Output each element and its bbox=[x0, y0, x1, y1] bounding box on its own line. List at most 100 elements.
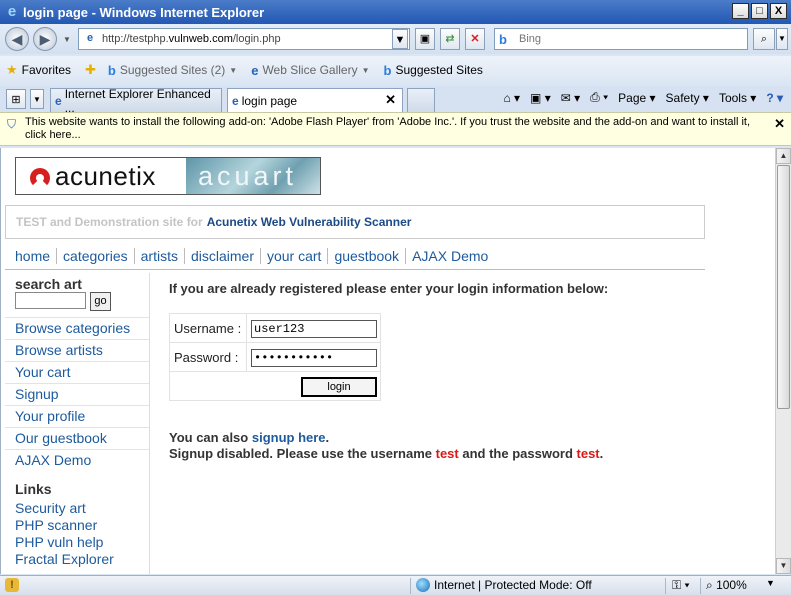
tagline-link[interactable]: Acunetix Web Vulnerability Scanner bbox=[207, 215, 412, 229]
scroll-thumb[interactable] bbox=[777, 165, 790, 409]
zoom-level[interactable]: ⌕ 100% bbox=[706, 578, 747, 593]
search-options-dropdown[interactable]: ▼ bbox=[776, 28, 788, 50]
info-bar[interactable]: ⛉ This website wants to install the foll… bbox=[0, 112, 791, 146]
help-icon[interactable]: ? ▾ bbox=[766, 91, 783, 105]
status-bar: ! Internet | Protected Mode: Off ⚿ ▾ ⌕ 1… bbox=[0, 575, 791, 595]
menu-home[interactable]: home bbox=[5, 248, 56, 264]
web-slice-gallery-dropdown[interactable]: e Web Slice Gallery ▼ bbox=[251, 63, 369, 78]
quick-tabs-button[interactable]: ⊞ bbox=[6, 89, 26, 109]
url-suffix: /login.php bbox=[232, 33, 281, 45]
links-title: Links bbox=[15, 481, 52, 497]
maximize-button[interactable]: □ bbox=[751, 3, 768, 19]
warning-icon[interactable]: ! bbox=[5, 578, 19, 592]
acunetix-swirl-icon bbox=[30, 168, 50, 188]
tab-login-page[interactable]: e login page ✕ bbox=[227, 88, 403, 112]
back-button[interactable]: ◀ bbox=[5, 27, 29, 51]
page-menu-label: Page bbox=[618, 90, 647, 105]
page-content: acunetix acuart TEST and Demonstration s… bbox=[0, 148, 775, 574]
bing-icon: b bbox=[499, 31, 507, 47]
chevron-down-icon: ▼ bbox=[361, 65, 370, 75]
page-icon: e bbox=[251, 62, 259, 78]
sidebar-item-signup[interactable]: Signup bbox=[5, 383, 149, 405]
suggested-sites-dropdown[interactable]: b Suggested Sites (2) ▼ bbox=[108, 63, 237, 78]
close-info-bar-icon[interactable]: ✕ bbox=[774, 116, 785, 132]
test-password: test bbox=[576, 446, 600, 461]
tab-ie-enhanced[interactable]: e Internet Explorer Enhanced ... bbox=[50, 87, 222, 115]
top-menu: home categories artists disclaimer your … bbox=[5, 242, 705, 270]
form-divider bbox=[246, 314, 247, 372]
new-tab-button[interactable] bbox=[407, 88, 435, 112]
favorites-button[interactable]: ★ Favorites bbox=[6, 62, 71, 78]
address-bar[interactable]: e http://testphp.vulnweb.com/login.php bbox=[78, 28, 410, 50]
scroll-down-icon[interactable]: ▼ bbox=[776, 558, 791, 574]
acunetix-logo-text: acunetix bbox=[55, 160, 156, 191]
search-art-input[interactable] bbox=[15, 292, 86, 309]
signup-note: You can also signup here. bbox=[169, 430, 329, 445]
add-to-favorites-bar-button[interactable]: ✚ bbox=[85, 62, 100, 78]
url-prefix: http://testphp. bbox=[102, 33, 169, 45]
signup-disabled-note: Signup disabled. Please use the username… bbox=[169, 446, 603, 461]
mail-icon[interactable]: ✉ ▾ bbox=[561, 91, 580, 105]
minimize-button[interactable]: _ bbox=[732, 3, 749, 19]
url-text[interactable]: http://testphp.vulnweb.com/login.php bbox=[102, 33, 281, 45]
favorites-label: Favorites bbox=[21, 63, 72, 77]
zone-label: Internet | Protected Mode: Off bbox=[434, 578, 592, 592]
page-menu[interactable]: Page ▾ bbox=[618, 91, 655, 105]
info-bar-message[interactable]: This website wants to install the follow… bbox=[25, 116, 765, 142]
menu-disclaimer[interactable]: disclaimer bbox=[183, 247, 260, 264]
username-row: Username : bbox=[170, 314, 380, 343]
home-icon[interactable]: ⌂ ▾ bbox=[503, 91, 520, 105]
sidebar-item-browse-categories[interactable]: Browse categories bbox=[5, 317, 149, 339]
test-username: test bbox=[435, 446, 459, 461]
menu-ajax-demo[interactable]: AJAX Demo bbox=[405, 247, 494, 264]
tools-menu[interactable]: Tools ▾ bbox=[719, 91, 756, 105]
forward-button[interactable]: ▶ bbox=[33, 27, 57, 51]
menu-categories[interactable]: categories bbox=[56, 247, 134, 264]
address-dropdown-button[interactable]: ▼ bbox=[392, 29, 408, 49]
signup-link[interactable]: signup here bbox=[252, 430, 326, 445]
refresh-button[interactable]: ⇄ bbox=[440, 28, 460, 50]
web-slice-gallery-label: Web Slice Gallery bbox=[262, 63, 358, 77]
safety-menu-label: Safety bbox=[665, 90, 700, 105]
site-logo[interactable]: acunetix acuart bbox=[15, 157, 321, 195]
security-zone[interactable]: Internet | Protected Mode: Off bbox=[416, 578, 592, 592]
menu-your-cart[interactable]: your cart bbox=[259, 247, 327, 264]
lock-icon[interactable]: ⚿ ▾ bbox=[672, 578, 690, 593]
username-input[interactable] bbox=[251, 320, 377, 338]
signup-period: . bbox=[325, 430, 330, 445]
recent-pages-dropdown-icon[interactable]: ▼ bbox=[63, 35, 71, 44]
close-button[interactable]: X bbox=[770, 3, 787, 19]
password-input[interactable] bbox=[251, 349, 377, 367]
link-fractal-explorer[interactable]: Fractal Explorer bbox=[15, 551, 114, 568]
login-button[interactable]: login bbox=[301, 377, 377, 397]
sidebar-item-your-cart[interactable]: Your cart bbox=[5, 361, 149, 383]
zoom-dropdown-icon[interactable]: ▼ bbox=[766, 578, 775, 588]
safety-menu[interactable]: Safety ▾ bbox=[666, 91, 709, 105]
star-icon: ★ bbox=[6, 62, 18, 77]
compatibility-view-button[interactable]: ▣ bbox=[415, 28, 435, 50]
suggested-sites-link[interactable]: b Suggested Sites bbox=[384, 63, 483, 78]
search-box[interactable]: b bbox=[494, 28, 748, 50]
link-php-vuln-help[interactable]: PHP vuln help bbox=[15, 534, 103, 551]
feeds-icon[interactable]: ▣ ▾ bbox=[530, 91, 551, 105]
search-art-title: search art bbox=[15, 276, 82, 292]
tab-list-dropdown[interactable]: ▼ bbox=[30, 89, 44, 109]
vertical-scrollbar[interactable]: ▲ ▼ bbox=[775, 148, 791, 574]
sidebar-item-your-profile[interactable]: Your profile bbox=[5, 405, 149, 427]
login-form: Username : Password : login bbox=[169, 313, 381, 401]
sidebar-item-ajax-demo[interactable]: AJAX Demo bbox=[5, 449, 149, 471]
search-input[interactable] bbox=[519, 33, 719, 45]
suggested-sites-label: Suggested Sites bbox=[395, 63, 483, 77]
sidebar-item-browse-artists[interactable]: Browse artists bbox=[5, 339, 149, 361]
link-security-art[interactable]: Security art bbox=[15, 500, 86, 517]
menu-artists[interactable]: artists bbox=[133, 247, 184, 264]
print-icon[interactable]: ⎙ ▾ bbox=[590, 90, 608, 105]
search-go-button[interactable]: go bbox=[90, 292, 111, 311]
link-php-scanner[interactable]: PHP scanner bbox=[15, 517, 97, 534]
menu-guestbook[interactable]: guestbook bbox=[327, 247, 405, 264]
close-tab-icon[interactable]: ✕ bbox=[385, 92, 396, 108]
search-button[interactable]: ⌕ bbox=[753, 28, 775, 50]
stop-button[interactable]: ✕ bbox=[465, 28, 485, 50]
sidebar-item-our-guestbook[interactable]: Our guestbook bbox=[5, 427, 149, 449]
scroll-up-icon[interactable]: ▲ bbox=[776, 148, 791, 164]
